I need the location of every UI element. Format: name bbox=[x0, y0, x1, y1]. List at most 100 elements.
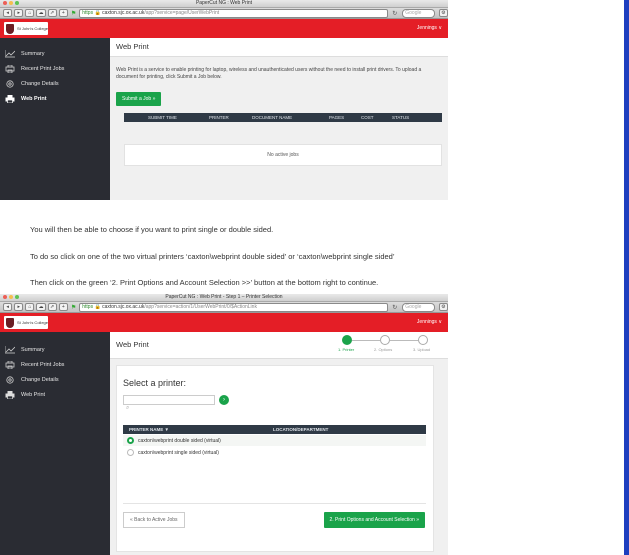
add-tab-icon[interactable]: + bbox=[58, 9, 68, 17]
search-go-button[interactable]: › bbox=[219, 395, 229, 405]
bookmark-flag-icon[interactable]: ⚑ bbox=[71, 10, 76, 17]
printer-list-icon bbox=[5, 64, 15, 73]
forward-arrow-icon[interactable]: ▸ bbox=[14, 9, 24, 17]
chart-icon bbox=[5, 49, 15, 57]
sidebar-item-label: Recent Print Jobs bbox=[21, 361, 65, 368]
step-1-label: 1. Printer bbox=[338, 347, 355, 352]
window-titlebar: PaperCut NG : Web Print - Step 1 – Print… bbox=[0, 294, 448, 302]
slide-edge-bar bbox=[624, 0, 629, 555]
printer-selection-screenshot: PaperCut NG : Web Print - Step 1 – Print… bbox=[0, 294, 448, 555]
browser-search-input[interactable]: Google bbox=[402, 8, 435, 18]
settings-gear-icon[interactable]: ⚙ bbox=[438, 303, 448, 311]
url-host: caxton.sjc.ox.ac.uk bbox=[102, 9, 145, 16]
printer-list-icon bbox=[5, 360, 15, 369]
column-location[interactable]: LOCATION/DEPARTMENT bbox=[273, 427, 328, 432]
college-crest-icon bbox=[6, 317, 14, 328]
address-bar[interactable]: https 🔒 caxton.sjc.ox.ac.uk/app?service=… bbox=[79, 302, 389, 312]
instruction-line-3: Then click on the green ‘2. Print Option… bbox=[30, 278, 379, 287]
window-title: PaperCut NG : Web Print - Step 1 – Print… bbox=[165, 294, 283, 300]
sidebar-item-summary[interactable]: Summary bbox=[0, 342, 110, 357]
sidebar: Summary Recent Print Jobs Change Details… bbox=[0, 332, 110, 555]
url-path: /app?service=page/UserWebPrint bbox=[144, 9, 220, 16]
search-icon: ⌕ bbox=[126, 405, 130, 411]
user-menu[interactable]: Jennings ∨ bbox=[417, 19, 442, 38]
sidebar-item-change-details[interactable]: Change Details bbox=[0, 76, 110, 91]
gear-icon bbox=[6, 375, 14, 384]
url-scheme: https bbox=[82, 303, 94, 310]
url-host: caxton.sjc.ox.ac.uk bbox=[102, 303, 145, 310]
service-description: Web Print is a service to enable printin… bbox=[116, 67, 422, 80]
sidebar-item-label: Change Details bbox=[21, 376, 59, 383]
jobs-table-header: SUBMIT TIME PRINTER DOCUMENT NAME PAGES … bbox=[124, 113, 442, 122]
chart-icon bbox=[5, 345, 15, 353]
submit-job-button[interactable]: Submit a Job » bbox=[116, 92, 162, 106]
browser-search-input[interactable]: Google bbox=[402, 302, 435, 312]
instruction-line-2: To do so click on one of the two virtual… bbox=[30, 252, 395, 261]
divider bbox=[123, 503, 426, 504]
cloud-icon[interactable]: ☁ bbox=[36, 303, 46, 311]
empty-jobs-card: No active jobs bbox=[124, 144, 442, 166]
sidebar-item-label: Change Details bbox=[21, 80, 59, 87]
printer-row-double-sided[interactable]: caxton\webprint double sided (virtual) bbox=[123, 435, 426, 446]
sidebar-item-label: Summary bbox=[21, 50, 45, 57]
home-icon[interactable]: ⌂ bbox=[25, 9, 35, 17]
sidebar-item-summary[interactable]: Summary bbox=[0, 46, 110, 61]
step-2-indicator bbox=[380, 335, 390, 345]
page-title: Web Print bbox=[110, 38, 448, 57]
sidebar: Summary Recent Print Jobs Change Details… bbox=[0, 38, 110, 200]
back-arrow-icon[interactable]: ◂ bbox=[3, 303, 13, 311]
bookmark-flag-icon[interactable]: ⚑ bbox=[71, 304, 76, 311]
share-icon[interactable]: ⇗ bbox=[47, 303, 57, 311]
step-connector bbox=[390, 340, 418, 341]
address-bar[interactable]: https 🔒 caxton.sjc.ox.ac.uk/app?service=… bbox=[79, 8, 389, 18]
reload-icon[interactable]: ↻ bbox=[392, 304, 397, 311]
settings-gear-icon[interactable]: ⚙ bbox=[438, 9, 448, 17]
printer-row-single-sided[interactable]: caxton\webprint single sided (virtual) bbox=[123, 447, 426, 458]
home-icon[interactable]: ⌂ bbox=[25, 303, 35, 311]
sidebar-item-web-print[interactable]: Web Print bbox=[0, 91, 110, 106]
college-logo[interactable]: St John's College bbox=[4, 22, 48, 35]
main-panel: Web Print Web Print is a service to enab… bbox=[110, 38, 448, 200]
column-document-name[interactable]: DOCUMENT NAME bbox=[252, 115, 292, 120]
user-menu[interactable]: Jennings ∨ bbox=[417, 313, 442, 332]
app-header: St John's College Jennings ∨ bbox=[0, 313, 448, 332]
app-body: Summary Recent Print Jobs Change Details… bbox=[0, 38, 448, 200]
column-printer[interactable]: PRINTER bbox=[209, 115, 229, 120]
printer-table-header: PRINTER NAME ▼ LOCATION/DEPARTMENT bbox=[123, 425, 426, 434]
sidebar-item-recent-jobs[interactable]: Recent Print Jobs bbox=[0, 357, 110, 372]
back-arrow-icon[interactable]: ◂ bbox=[3, 9, 13, 17]
college-name: St John's College bbox=[16, 320, 48, 325]
column-pages[interactable]: PAGES bbox=[329, 115, 344, 120]
sidebar-item-label: Summary bbox=[21, 346, 45, 353]
radio-selected[interactable] bbox=[127, 437, 134, 444]
select-printer-heading: Select a printer: bbox=[123, 378, 187, 388]
college-logo[interactable]: St John's College bbox=[4, 316, 48, 329]
column-cost[interactable]: COST bbox=[361, 115, 374, 120]
share-icon[interactable]: ⇗ bbox=[47, 9, 57, 17]
printer-search-input[interactable]: ⌕ bbox=[123, 395, 215, 411]
printer-name: caxton\webprint double sided (virtual) bbox=[138, 437, 221, 444]
cloud-icon[interactable]: ☁ bbox=[36, 9, 46, 17]
browser-toolbar: ◂ ▸ ⌂ ☁ ⇗ + ⚑ https 🔒 caxton.sjc.ox.ac.u… bbox=[0, 302, 448, 313]
forward-arrow-icon[interactable]: ▸ bbox=[14, 303, 24, 311]
add-tab-icon[interactable]: + bbox=[58, 303, 68, 311]
lock-icon: 🔒 bbox=[94, 9, 101, 16]
sidebar-item-web-print[interactable]: Web Print bbox=[0, 387, 110, 402]
radio-unselected[interactable] bbox=[127, 449, 134, 456]
column-submit-time[interactable]: SUBMIT TIME bbox=[148, 115, 177, 120]
sidebar-item-change-details[interactable]: Change Details bbox=[0, 372, 110, 387]
printer-icon bbox=[5, 94, 15, 103]
step-3-label: 3. Upload bbox=[413, 347, 431, 352]
back-to-active-jobs-button[interactable]: « Back to Active Jobs bbox=[123, 512, 185, 528]
sidebar-item-recent-jobs[interactable]: Recent Print Jobs bbox=[0, 61, 110, 76]
print-options-next-button[interactable]: 2. Print Options and Account Selection » bbox=[323, 512, 425, 528]
empty-message: No active jobs bbox=[267, 152, 299, 158]
window-titlebar: PaperCut NG : Web Print bbox=[0, 0, 448, 8]
printer-selection-card: Select a printer: ⌕ › PRINTER NAME ▼ LOC… bbox=[116, 365, 434, 552]
app-header: St John's College Jennings ∨ bbox=[0, 19, 448, 38]
web-print-screenshot: PaperCut NG : Web Print ◂ ▸ ⌂ ☁ ⇗ + ⚑ ht… bbox=[0, 0, 448, 200]
reload-icon[interactable]: ↻ bbox=[392, 10, 397, 17]
column-printer-name[interactable]: PRINTER NAME ▼ bbox=[129, 427, 169, 432]
step-connector bbox=[352, 340, 380, 341]
column-status[interactable]: STATUS bbox=[392, 115, 409, 120]
